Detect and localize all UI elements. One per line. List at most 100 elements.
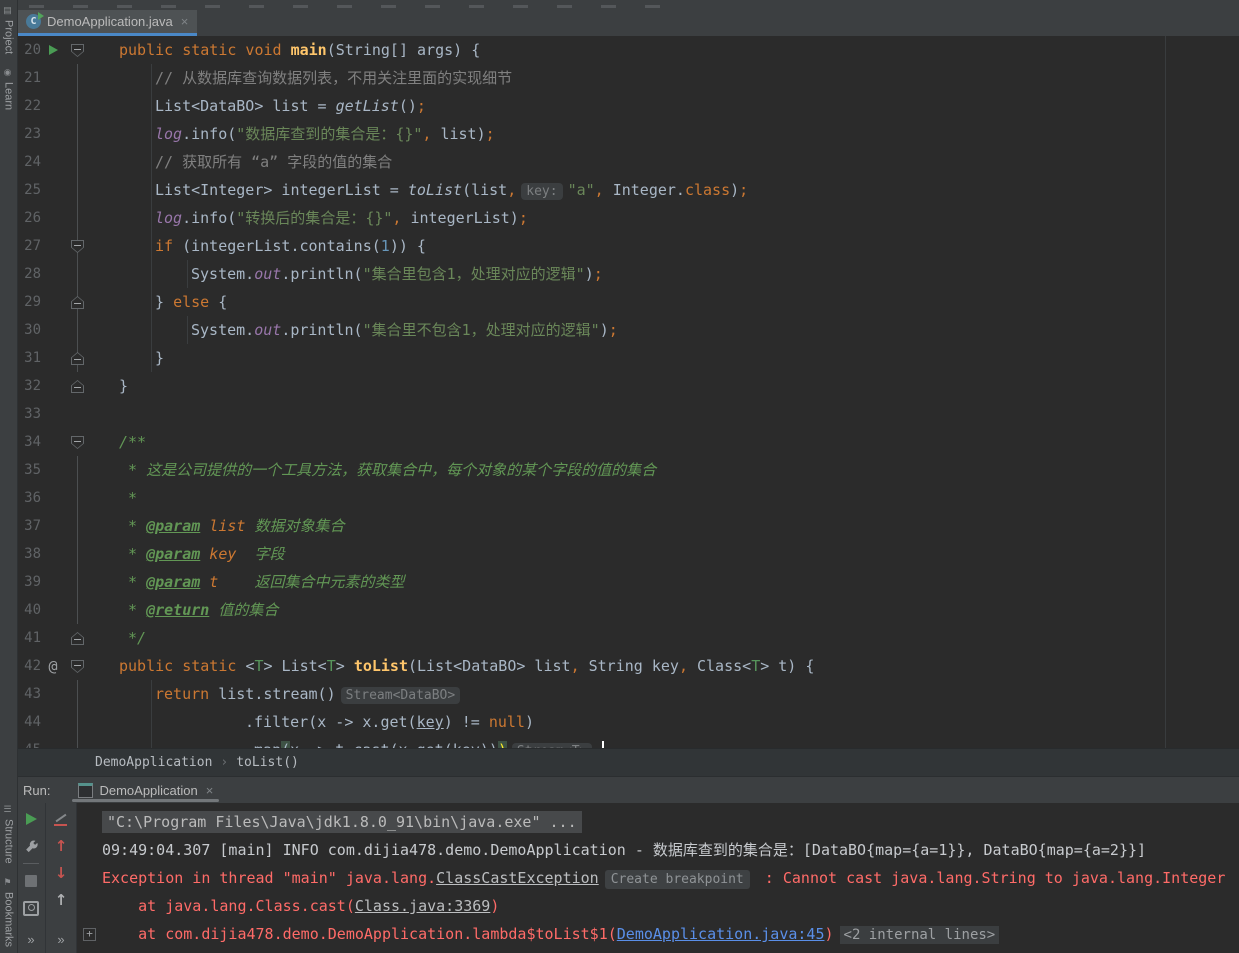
create-breakpoint-hint[interactable]: Create breakpoint — [605, 870, 750, 889]
rerun-button[interactable] — [23, 811, 39, 827]
code-line-24[interactable]: 24// 获取所有 “a” 字段的值的集合 — [17, 148, 1239, 176]
code-line-26[interactable]: 26log.info("转换后的集合是：{}", integerList); — [17, 204, 1239, 232]
code-token: 数据对象集合 — [245, 517, 344, 535]
code-token: // 获取所有 “a” 字段的值的集合 — [155, 153, 392, 171]
code-token: */ — [119, 629, 146, 647]
down-stack-trace-button[interactable]: ↓ — [53, 865, 69, 881]
code-token: @return — [146, 601, 209, 619]
code-line-41[interactable]: 41 */ — [17, 624, 1239, 652]
toolwindow-bookmarks[interactable]: ⚑ Bookmarks — [3, 878, 15, 947]
code-line-44[interactable]: 44.filter(x -> x.get(key) != null) — [17, 708, 1239, 736]
stacktrace-link[interactable]: Class.java:3369 — [355, 897, 490, 915]
run-label: Run: — [23, 783, 50, 798]
expand-fold-icon[interactable]: + — [83, 928, 96, 941]
code-line-43[interactable]: 43return list.stream()Stream<DataBO> — [17, 680, 1239, 708]
code-token: // 从数据库查询数据列表，不用关注里面的实现细节 — [155, 69, 512, 87]
code-editor[interactable]: 20public static void main(String[] args)… — [17, 36, 1239, 748]
code-token: .map — [245, 741, 281, 748]
code-token: Class< — [688, 657, 751, 675]
code-token: .filter(x -> x.get( — [245, 713, 417, 731]
code-line-23[interactable]: 23log.info("数据库查到的集合是：{}", list); — [17, 120, 1239, 148]
code-line-39[interactable]: 39 * @param t 返回集合中元素的类型 — [17, 568, 1239, 596]
stacktrace-link[interactable]: DemoApplication.java:45 — [617, 925, 825, 943]
code-token: t — [200, 573, 218, 591]
stop-button[interactable] — [23, 873, 39, 889]
code-token: ( — [281, 741, 290, 748]
line-number: 26 — [17, 204, 41, 232]
code-line-30[interactable]: 30System.out.println("集合里不包含1，处理对应的逻辑"); — [17, 316, 1239, 344]
code-line-20[interactable]: 20public static void main(String[] args)… — [17, 36, 1239, 64]
run-tab-demoapplication[interactable]: DemoApplication × — [72, 777, 219, 803]
console-line-1: "C:\Program Files\Java\jdk1.8.0_91\bin\j… — [102, 808, 1239, 836]
breadcrumb-item[interactable]: toList() — [236, 755, 299, 770]
code-token: log — [155, 125, 182, 143]
code-line-40[interactable]: 40 * @return 值的集合 — [17, 596, 1239, 624]
toolwindow-learn-label: Learn — [3, 82, 15, 110]
breadcrumb-separator: › — [220, 755, 228, 770]
code-token: Integer. — [604, 181, 685, 199]
console-text: ) — [490, 897, 499, 915]
console-text: at java.lang.Class.cast( — [102, 897, 355, 915]
code-line-21[interactable]: 21// 从数据库查询数据列表，不用关注里面的实现细节 — [17, 64, 1239, 92]
toolwindow-structure[interactable]: ☰ Structure — [3, 805, 15, 864]
line-number: 33 — [17, 400, 41, 428]
code-token: "集合里包含1，处理对应的逻辑" — [363, 265, 585, 283]
code-token: 值的集合 — [209, 601, 278, 619]
jump-to-bottom-button[interactable] — [53, 811, 69, 827]
line-number: 41 — [17, 624, 41, 652]
code-line-27[interactable]: 27if (integerList.contains(1)) { — [17, 232, 1239, 260]
prev-occurrence-button[interactable]: ↑ — [53, 892, 69, 908]
edit-configuration-button[interactable] — [23, 838, 39, 854]
inline-hint: Stream<DataBO> — [341, 687, 461, 704]
code-token: @param — [146, 517, 200, 535]
code-line-28[interactable]: 28System.out.println("集合里包含1，处理对应的逻辑"); — [17, 260, 1239, 288]
editor-tab-demoapplication[interactable]: C DemoApplication.java × — [17, 10, 197, 36]
code-token: getList — [336, 97, 399, 115]
code-line-34[interactable]: 34/** — [17, 428, 1239, 456]
code-line-22[interactable]: 22List<DataBO> list = getList(); — [17, 92, 1239, 120]
code-line-25[interactable]: 25List<Integer> integerList = toList(lis… — [17, 176, 1239, 204]
code-token: /** — [119, 433, 146, 451]
code-token: list.stream() — [218, 685, 335, 703]
close-icon[interactable]: × — [181, 14, 189, 29]
code-line-45[interactable]: 45.map(x -> t.cast(x.get(key)))Stream<T> — [17, 736, 1239, 748]
java-class-icon: C — [26, 14, 41, 29]
console-line-2: 09:49:04.307 [main] INFO com.dijia478.de… — [102, 836, 1239, 864]
inline-hint: Stream<T> — [512, 743, 592, 748]
code-line-42[interactable]: 42@public static <T> List<T> toList(List… — [17, 652, 1239, 680]
code-line-33[interactable]: 33 — [17, 400, 1239, 428]
code-token: public static void — [119, 41, 291, 59]
code-line-35[interactable]: 35 * 这是公司提供的一个工具方法，获取集合中，每个对象的某个字段的值的集合 — [17, 456, 1239, 484]
line-number: 43 — [17, 680, 41, 708]
line-number: 28 — [17, 260, 41, 288]
run-line-icon[interactable] — [49, 45, 58, 55]
more-actions-button[interactable]: » — [27, 932, 34, 947]
toolwindow-learn[interactable]: ◉ Learn — [3, 68, 15, 110]
inline-hint: key: — [521, 183, 562, 200]
code-token: 1 — [381, 237, 390, 255]
code-line-38[interactable]: 38 * @param key 字段 — [17, 540, 1239, 568]
editor-tab-bar: C DemoApplication.java × — [17, 10, 1239, 36]
console-text: : Cannot cast java.lang.String to java.l… — [756, 869, 1226, 887]
toolwindow-project[interactable]: ▤ Project — [3, 6, 15, 54]
code-line-29[interactable]: 29} else { — [17, 288, 1239, 316]
console-output[interactable]: "C:\Program Files\Java\jdk1.8.0_91\bin\j… — [77, 803, 1239, 953]
code-line-31[interactable]: 31} — [17, 344, 1239, 372]
menubar-sliver — [17, 0, 1239, 10]
left-toolwindow-stripe: ▤ Project ◉ Learn ☰ Structure ⚑ Bookmark… — [0, 0, 18, 953]
stacktrace-link[interactable]: ClassCastException — [436, 869, 599, 887]
code-token: * — [119, 517, 146, 535]
code-token: ) != — [444, 713, 489, 731]
stop-icon — [25, 875, 37, 887]
dump-threads-button[interactable] — [23, 900, 39, 916]
code-line-36[interactable]: 36 * — [17, 484, 1239, 512]
internal-lines-hint[interactable]: <2 internal lines> — [840, 926, 1000, 944]
code-token: { — [209, 293, 227, 311]
up-stack-trace-button[interactable]: ↑ — [53, 838, 69, 854]
structure-icon: ☰ — [4, 805, 14, 815]
code-line-37[interactable]: 37 * @param list 数据对象集合 — [17, 512, 1239, 540]
more-actions-button[interactable]: » — [57, 932, 64, 947]
close-icon[interactable]: × — [206, 783, 214, 798]
code-line-32[interactable]: 32} — [17, 372, 1239, 400]
breadcrumb-item[interactable]: DemoApplication — [95, 755, 212, 770]
